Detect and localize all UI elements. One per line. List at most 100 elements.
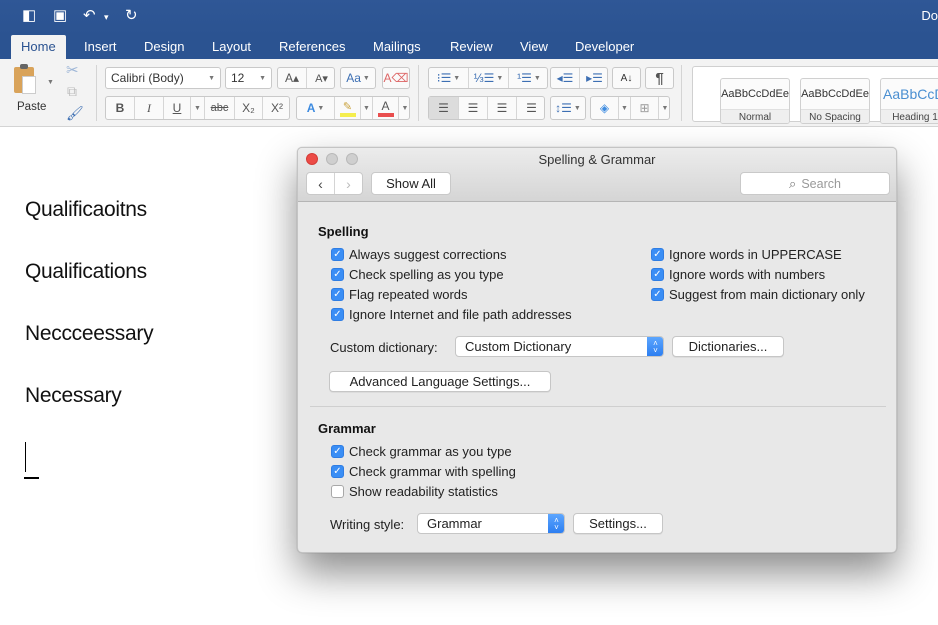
- custom-dictionary-select[interactable]: Custom Dictionary ˄ ˅: [455, 336, 664, 357]
- shading-button[interactable]: ◈: [591, 97, 619, 119]
- font-name-combobox[interactable]: Calibri (Body) ▼: [105, 67, 221, 89]
- select-stepper-icon: ˄ ˅: [548, 514, 564, 533]
- document-line[interactable]: Neccceessary: [25, 322, 154, 346]
- sort-button[interactable]: A↓: [612, 67, 641, 89]
- shading-dropdown[interactable]: ▼: [619, 97, 631, 119]
- writing-style-value: Grammar: [427, 516, 482, 531]
- alignment-group: ☰ ☰ ☰ ☰: [428, 96, 545, 120]
- format-painter-icon[interactable]: 🖌: [66, 105, 84, 122]
- checkbox-checked-icon[interactable]: ✓: [651, 288, 664, 301]
- show-all-button[interactable]: Show All: [371, 172, 451, 195]
- checkbox-label: Always suggest corrections: [349, 247, 507, 262]
- paste-button[interactable]: ▼ Paste: [10, 63, 55, 121]
- decrease-indent-button[interactable]: ◂☰: [551, 68, 580, 88]
- clear-formatting-button[interactable]: A⌫: [382, 67, 410, 89]
- font-size-value: 12: [231, 71, 245, 85]
- advanced-language-settings-button[interactable]: Advanced Language Settings...: [329, 371, 551, 392]
- multilevel-list-button[interactable]: ¹☰ ▼: [509, 68, 549, 88]
- justify-button[interactable]: ☰: [517, 97, 546, 119]
- tab-review[interactable]: Review: [440, 35, 503, 59]
- style-heading-1[interactable]: AaBbCcDd Heading 1: [880, 78, 938, 124]
- underline-dropdown[interactable]: ▼: [191, 97, 205, 119]
- checkbox-checked-icon[interactable]: ✓: [331, 445, 344, 458]
- highlight-button[interactable]: ✎: [335, 97, 361, 119]
- tab-design[interactable]: Design: [134, 35, 194, 59]
- line-spacing-button[interactable]: ↕☰ ▼: [550, 96, 586, 120]
- checkbox-suggest-main-dictionary[interactable]: ✓ Suggest from main dictionary only: [651, 287, 865, 302]
- checkbox-label: Check spelling as you type: [349, 267, 504, 282]
- shrink-font-button[interactable]: A▾: [307, 68, 336, 88]
- save-icon[interactable]: ▣: [53, 7, 67, 25]
- bold-button[interactable]: B: [106, 97, 135, 119]
- italic-button[interactable]: I: [135, 97, 164, 119]
- increase-indent-button[interactable]: ▸☰: [580, 68, 609, 88]
- align-center-button[interactable]: ☰: [459, 97, 488, 119]
- checkbox-ignore-uppercase[interactable]: ✓ Ignore words in UPPERCASE: [651, 247, 842, 262]
- copy-icon[interactable]: ⧉: [67, 83, 77, 100]
- superscript-button[interactable]: X²: [263, 97, 291, 119]
- borders-dropdown[interactable]: ▼: [659, 97, 671, 119]
- checkbox-ignore-internet-addresses[interactable]: ✓ Ignore Internet and file path addresse…: [331, 307, 572, 322]
- show-formatting-button[interactable]: ¶: [645, 67, 674, 89]
- document-line[interactable]: Necessary: [25, 384, 122, 408]
- font-color-dropdown[interactable]: ▼: [399, 97, 411, 119]
- highlight-dropdown[interactable]: ▼: [361, 97, 373, 119]
- cut-icon[interactable]: ✂: [66, 61, 79, 79]
- align-right-button[interactable]: ☰: [488, 97, 517, 119]
- sidebar-toggle-icon[interactable]: ◧: [22, 7, 36, 25]
- grammar-settings-button[interactable]: Settings...: [573, 513, 663, 534]
- checkbox-check-spelling-as-you-type[interactable]: ✓ Check spelling as you type: [331, 267, 504, 282]
- checkbox-checked-icon[interactable]: ✓: [331, 308, 344, 321]
- align-left-button[interactable]: ☰: [429, 97, 459, 119]
- writing-style-select[interactable]: Grammar ˄ ˅: [417, 513, 565, 534]
- paste-dropdown-icon[interactable]: ▼: [47, 79, 54, 86]
- checkbox-checked-icon[interactable]: ✓: [651, 268, 664, 281]
- document-line[interactable]: Qualifications: [25, 260, 147, 284]
- checkbox-checked-icon[interactable]: ✓: [331, 465, 344, 478]
- tab-references[interactable]: References: [269, 35, 355, 59]
- borders-button[interactable]: ⊞: [631, 97, 659, 119]
- font-size-combobox[interactable]: 12 ▼: [225, 67, 272, 89]
- ribbon: ▼ Paste ✂ ⧉ 🖌 Calibri (Body) ▼ 12 ▼ A▴ A…: [0, 59, 938, 127]
- text-effects-button[interactable]: A ▼: [297, 97, 335, 119]
- checkbox-checked-icon[interactable]: ✓: [331, 248, 344, 261]
- strikethrough-button[interactable]: abc: [205, 97, 235, 119]
- dictionaries-button[interactable]: Dictionaries...: [672, 336, 784, 357]
- custom-dictionary-value: Custom Dictionary: [465, 339, 572, 354]
- checkbox-unchecked-icon[interactable]: [331, 485, 344, 498]
- change-case-button[interactable]: Aa ▼: [340, 67, 376, 89]
- checkbox-checked-icon[interactable]: ✓: [331, 268, 344, 281]
- tab-insert[interactable]: Insert: [74, 35, 127, 59]
- forward-button[interactable]: ›: [334, 173, 362, 194]
- search-field[interactable]: ⌕ Search: [740, 172, 890, 195]
- checkbox-check-grammar-as-you-type[interactable]: ✓ Check grammar as you type: [331, 444, 512, 459]
- checkbox-show-readability-statistics[interactable]: Show readability statistics: [331, 484, 498, 499]
- checkbox-always-suggest[interactable]: ✓ Always suggest corrections: [331, 247, 507, 262]
- undo-dropdown-icon[interactable]: ▾: [104, 8, 109, 26]
- style-name: Normal: [721, 109, 789, 123]
- underline-button[interactable]: U: [164, 97, 191, 119]
- font-color-button[interactable]: A: [373, 97, 399, 119]
- grow-font-button[interactable]: A▴: [278, 68, 307, 88]
- tab-mailings[interactable]: Mailings: [363, 35, 431, 59]
- tab-layout[interactable]: Layout: [202, 35, 261, 59]
- style-normal[interactable]: AaBbCcDdEe Normal: [720, 78, 790, 124]
- checkbox-check-grammar-with-spelling[interactable]: ✓ Check grammar with spelling: [331, 464, 516, 479]
- checkbox-flag-repeated-words[interactable]: ✓ Flag repeated words: [331, 287, 468, 302]
- font-name-value: Calibri (Body): [111, 71, 184, 85]
- bullets-button[interactable]: ⁝☰ ▼: [429, 68, 469, 88]
- undo-icon[interactable]: ↶: [83, 7, 96, 25]
- tab-home[interactable]: Home: [11, 35, 66, 59]
- back-button[interactable]: ‹: [307, 173, 334, 194]
- tab-developer[interactable]: Developer: [565, 35, 644, 59]
- checkbox-checked-icon[interactable]: ✓: [651, 248, 664, 261]
- document-line[interactable]: Qualificaoitns: [25, 198, 147, 222]
- redo-icon[interactable]: ↻: [125, 7, 138, 25]
- checkbox-ignore-words-with-numbers[interactable]: ✓ Ignore words with numbers: [651, 267, 825, 282]
- numbering-button[interactable]: ⅓☰ ▼: [469, 68, 509, 88]
- font-size-group: A▴ A▾: [277, 67, 335, 89]
- style-no-spacing[interactable]: AaBbCcDdEe No Spacing: [800, 78, 870, 124]
- checkbox-checked-icon[interactable]: ✓: [331, 288, 344, 301]
- tab-view[interactable]: View: [510, 35, 558, 59]
- subscript-button[interactable]: X₂: [235, 97, 263, 119]
